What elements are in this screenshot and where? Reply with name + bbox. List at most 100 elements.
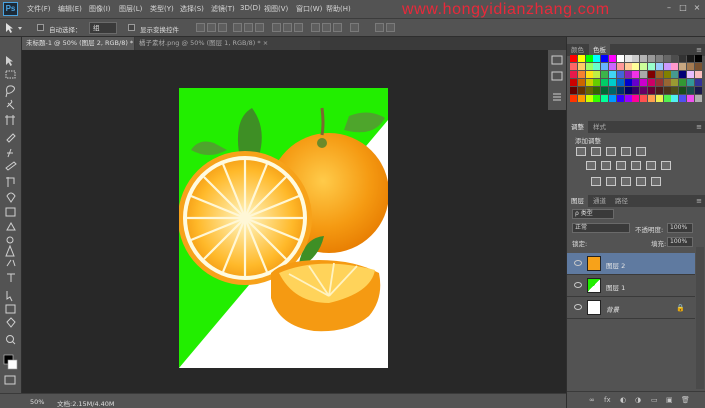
swatch-cell[interactable] [663,63,671,70]
swatch-cell[interactable] [648,63,655,70]
swatch-cell[interactable] [640,63,648,70]
blend-mode-dropdown[interactable]: 正常 [572,223,630,233]
layer-name[interactable]: 图层 1 [606,282,625,292]
swatch-cell[interactable] [687,55,694,62]
panel-menu-icon[interactable]: ≡ [696,123,702,131]
selective-color-icon[interactable] [651,177,661,186]
gradient-map-icon[interactable] [636,177,646,186]
new-layer-icon[interactable]: ▣ [666,396,673,404]
tab-orange-material[interactable]: 橘子素材.png @ 50% (图层 1, RGB/8) * × [135,37,320,50]
menu-help[interactable]: 帮助(H) [326,4,351,14]
swatch-cell[interactable] [570,95,577,102]
swatch-cell[interactable] [671,63,679,70]
black-white-icon[interactable] [616,161,626,170]
swatch-cell[interactable] [577,55,585,62]
swatch-cell[interactable] [632,79,640,86]
menu-image[interactable]: 图像(I) [89,4,111,14]
minimize-icon[interactable]: – [664,3,674,13]
swatches-grid[interactable] [570,55,702,103]
move-tool-icon[interactable] [4,22,26,34]
menu-layer[interactable]: 图层(L) [119,4,142,14]
swatch-cell[interactable] [577,71,585,78]
swatch-cell[interactable] [655,63,663,70]
swatch-cell[interactable] [694,79,702,86]
color-lookup-icon[interactable] [661,161,671,170]
tab-paths[interactable]: 路径 [611,195,632,207]
swatch-cell[interactable] [624,95,632,102]
tab-untitled-1[interactable]: 未标题-1 @ 50% (图层 2, RGB/8) * × [22,37,141,50]
layer-filter-dropdown[interactable]: ρ 类型 [572,209,614,219]
photo-filter-icon[interactable] [631,161,641,170]
swatch-cell[interactable] [624,87,632,94]
exposure-icon[interactable] [621,147,631,156]
layer-name[interactable]: 背景 [606,304,619,314]
swatch-cell[interactable] [577,79,585,86]
auto-select-dropdown[interactable]: 组 [89,22,117,34]
3d-mode-icon[interactable] [375,23,384,32]
swatch-cell[interactable] [601,63,609,70]
swatch-cell[interactable] [679,55,687,62]
swatch-cell[interactable] [671,95,679,102]
swatch-cell[interactable] [648,87,655,94]
link-icon[interactable]: ∞ [589,396,595,404]
swatch-cell[interactable] [585,63,593,70]
swatch-cell[interactable] [655,71,663,78]
channel-mixer-icon[interactable] [646,161,656,170]
eye-icon[interactable] [574,282,582,288]
fx-icon[interactable]: fx [604,396,611,404]
swatch-cell[interactable] [585,79,593,86]
swatch-cell[interactable] [570,87,577,94]
invert-icon[interactable] [591,177,601,186]
swatch-cell[interactable] [609,63,616,70]
swatch-cell[interactable] [577,87,585,94]
swatch-cell[interactable] [655,95,663,102]
swatch-cell[interactable] [616,71,624,78]
fill-field[interactable]: 100% [667,237,693,247]
distribute-right-icon[interactable] [333,23,342,32]
swatch-cell[interactable] [663,79,671,86]
menu-select[interactable]: 选择(S) [180,4,204,14]
swatch-cell[interactable] [648,79,655,86]
swatch-cell[interactable] [570,71,577,78]
swatch-cell[interactable] [570,79,577,86]
vibrance-icon[interactable] [636,147,646,156]
align-vcenter-icon[interactable] [207,23,216,32]
swatch-cell[interactable] [593,55,601,62]
menu-view[interactable]: 视图(V) [264,4,288,14]
eye-icon[interactable] [574,260,582,266]
swatch-cell[interactable] [694,63,702,70]
posterize-icon[interactable] [606,177,616,186]
eye-icon[interactable] [574,304,582,310]
swatch-cell[interactable] [640,55,648,62]
swatch-cell[interactable] [640,79,648,86]
menu-filter[interactable]: 滤镜(T) [211,4,235,14]
swatch-cell[interactable] [632,55,640,62]
swatch-cell[interactable] [687,95,694,102]
align-hcenter-icon[interactable] [244,23,253,32]
swatch-cell[interactable] [616,95,624,102]
swatch-cell[interactable] [616,87,624,94]
swatch-cell[interactable] [640,95,648,102]
swatch-cell[interactable] [601,71,609,78]
layer-row-layer1[interactable]: 图层 1 [567,275,695,297]
layer-row-background[interactable]: 背景 🔒 [567,297,695,319]
swatch-cell[interactable] [593,95,601,102]
swatch-cell[interactable] [585,87,593,94]
menu-edit[interactable]: 编辑(E) [58,4,82,14]
3d-rotate-icon[interactable] [386,23,395,32]
opacity-field[interactable]: 100% [667,223,693,233]
show-transform-checkbox[interactable] [128,24,135,31]
swatch-cell[interactable] [616,79,624,86]
swatch-cell[interactable] [632,71,640,78]
brightness-icon[interactable] [576,147,586,156]
swatch-cell[interactable] [679,87,687,94]
layer-name[interactable]: 图层 2 [606,260,625,270]
swatch-cell[interactable] [663,71,671,78]
threshold-icon[interactable] [621,177,631,186]
swatch-cell[interactable] [593,63,601,70]
swatch-cell[interactable] [585,71,593,78]
swatch-cell[interactable] [616,55,624,62]
swatch-cell[interactable] [655,79,663,86]
tab-layers[interactable]: 图层 [567,195,588,207]
swatch-cell[interactable] [679,79,687,86]
